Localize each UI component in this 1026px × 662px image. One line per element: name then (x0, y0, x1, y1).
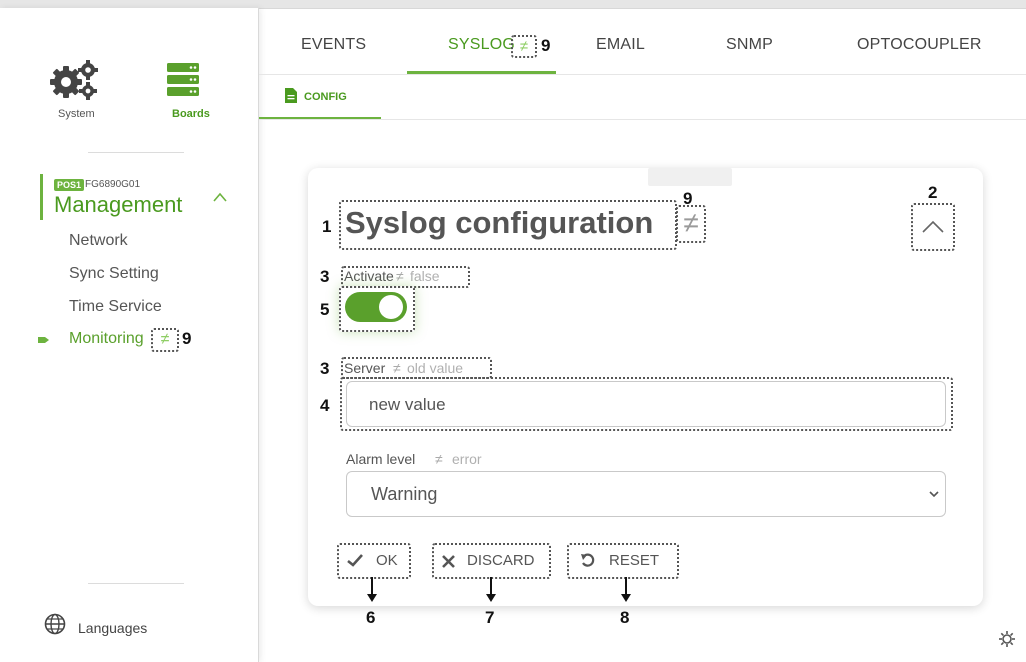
board-id: FG6890G01 (85, 179, 141, 190)
server-diff-symbol: ≠ (393, 360, 401, 376)
sidebar-item-sync-setting[interactable]: Sync Setting (69, 265, 159, 283)
undo-icon (581, 553, 595, 567)
discard-button[interactable]: DISCARD (432, 543, 551, 579)
settings-button[interactable] (998, 630, 1016, 653)
board-position-badge: POS1 (54, 179, 85, 191)
chevron-up-icon (922, 220, 944, 233)
alarm-level-select[interactable]: Warning (346, 471, 946, 517)
callout-1: 1 (322, 217, 332, 236)
callout-7: 7 (485, 608, 495, 627)
syslog-tab-diff-marker: ≠ (511, 35, 537, 58)
callout-3-activate: 3 (320, 267, 330, 286)
active-item-arrow-icon (38, 332, 50, 350)
document-icon (285, 88, 297, 108)
callout-3-server: 3 (320, 359, 330, 378)
alarm-diff-symbol: ≠ (435, 451, 443, 467)
server-input-value: new value (369, 395, 446, 414)
subtab-divider (259, 119, 1026, 120)
card-tooltip-shadow (648, 168, 732, 186)
chevron-down-icon (929, 491, 939, 498)
active-section-bar (40, 174, 43, 220)
server-old-value: old value (407, 360, 464, 376)
check-icon (347, 554, 363, 567)
callout-8: 8 (620, 608, 630, 627)
activate-diff-symbol: ≠ (396, 268, 404, 284)
callout-4: 4 (320, 396, 330, 415)
sidebar-item-network[interactable]: Network (69, 232, 128, 250)
globe-icon (44, 613, 66, 635)
callout-2: 2 (928, 183, 938, 202)
activate-old-value: false (410, 268, 440, 284)
activate-toggle[interactable] (345, 292, 407, 322)
callout-5: 5 (320, 300, 330, 319)
tab-syslog[interactable]: SYSLOG (448, 36, 515, 54)
server-label: Server (344, 360, 386, 376)
toggle-knob (379, 295, 403, 319)
callout-arrowhead-7 (486, 594, 496, 602)
callout-arrow-6 (371, 577, 373, 595)
monitoring-diff-marker: ≠ (151, 328, 179, 352)
sidebar-item-monitoring[interactable]: Monitoring (69, 330, 144, 348)
languages-label: Languages (78, 620, 148, 636)
system-nav-button[interactable] (48, 58, 100, 107)
reset-label: RESET (609, 552, 660, 569)
card-collapse-button[interactable] (911, 203, 955, 251)
server-stack-icon (167, 63, 199, 96)
ok-button[interactable]: OK (337, 543, 411, 579)
tab-events[interactable]: EVENTS (301, 36, 366, 54)
callout-arrowhead-8 (621, 594, 631, 602)
tab-snmp[interactable]: SNMP (726, 36, 773, 54)
settings-gear-icon (999, 631, 1015, 647)
alarm-level-label: Alarm level (346, 451, 416, 467)
tab-email[interactable]: EMAIL (596, 36, 645, 54)
collapse-section-button[interactable] (212, 190, 228, 208)
close-icon (442, 555, 455, 568)
discard-label: DISCARD (467, 552, 535, 569)
subtab-config[interactable]: CONFIG (304, 91, 347, 103)
section-title[interactable]: Management (54, 192, 182, 218)
boards-nav-button[interactable] (167, 60, 199, 107)
callout-arrowhead-6 (367, 594, 377, 602)
boards-label: Boards (172, 108, 210, 120)
gears-icon (50, 60, 98, 100)
languages-button[interactable] (44, 613, 66, 640)
sidebar: System Boards POS1 FG6890G01 Management … (0, 8, 259, 662)
activate-label: Activate (344, 268, 394, 284)
alarm-old-value: error (452, 451, 482, 467)
card-title: Syslog configuration (345, 205, 654, 240)
tabbar-divider (259, 74, 1026, 75)
sidebar-item-time-service[interactable]: Time Service (69, 298, 162, 316)
callout-9-menu: 9 (182, 329, 192, 348)
sidebar-divider (88, 152, 184, 153)
callout-arrow-7 (490, 577, 492, 595)
sidebar-bottom-divider (88, 583, 184, 584)
callout-9-tab: 9 (541, 36, 551, 55)
chevron-up-icon (213, 192, 227, 202)
callout-9-title: 9 (683, 189, 693, 208)
server-input[interactable]: new value (346, 381, 946, 427)
system-label: System (58, 108, 95, 120)
ok-label: OK (376, 552, 398, 569)
callout-6: 6 (366, 608, 376, 627)
callout-arrow-8 (625, 577, 627, 595)
tab-optocoupler[interactable]: OPTOCOUPLER (857, 36, 982, 54)
title-diff-marker: ≠ (676, 205, 706, 243)
alarm-level-value: Warning (371, 484, 438, 504)
reset-button[interactable]: RESET (567, 543, 679, 579)
